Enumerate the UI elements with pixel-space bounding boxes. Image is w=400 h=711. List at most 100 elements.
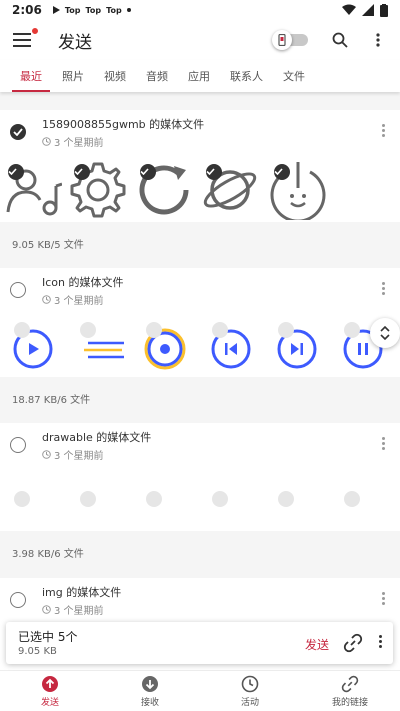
unfold-icon <box>380 326 390 340</box>
thumbnail-checkbox[interactable] <box>14 322 30 338</box>
thumbnail-checkbox[interactable] <box>212 322 228 338</box>
nav-receive[interactable]: 接收 <box>100 671 200 711</box>
group-more-button[interactable] <box>382 592 386 606</box>
thumbnail-checkbox[interactable] <box>344 322 360 338</box>
thumbnail[interactable] <box>134 156 194 222</box>
thumbnail-checkbox-checked[interactable] <box>274 164 290 180</box>
link-icon <box>341 675 359 692</box>
thumbnail-checkbox-checked[interactable] <box>8 164 24 180</box>
group-time: 3 个星期前 <box>42 134 104 149</box>
tab-audio[interactable]: 音频 <box>136 60 178 92</box>
thumbnail-checkbox-checked[interactable] <box>140 164 156 180</box>
clock-icon <box>241 675 259 692</box>
menu-icon-line <box>13 45 31 47</box>
toggle-track <box>272 30 308 50</box>
nav-activity[interactable]: 活动 <box>200 671 300 711</box>
group-header[interactable]: img 的媒体文件 3 个星期前 <box>0 578 400 624</box>
thumbnail[interactable] <box>2 156 62 222</box>
thumbnail-grid <box>0 469 400 535</box>
clock-icon <box>42 450 51 459</box>
notification-label: Top <box>85 5 102 15</box>
group-size-info: 9.05 KB/5 文件 <box>0 222 400 264</box>
thumbnail-checkbox-checked[interactable] <box>74 164 90 180</box>
group-time: 3 个星期前 <box>42 292 104 307</box>
thumbnail[interactable] <box>272 314 332 380</box>
search-button[interactable] <box>328 28 352 52</box>
thumbnail[interactable] <box>206 314 266 380</box>
thumbnail-checkbox[interactable] <box>278 322 294 338</box>
signal-icon <box>362 4 374 16</box>
group-checkbox[interactable] <box>10 592 26 608</box>
group-more-button[interactable] <box>382 282 386 296</box>
nav-send[interactable]: 发送 <box>0 671 100 711</box>
thumbnail-checkbox-checked[interactable] <box>206 164 222 180</box>
group-time-text: 3 个星期前 <box>54 606 104 617</box>
group-checkbox-checked[interactable] <box>10 124 26 140</box>
group-header[interactable]: 1589008855gwmb 的媒体文件 3 个星期前 <box>0 110 400 156</box>
overflow-menu-button[interactable] <box>366 28 390 52</box>
send-button[interactable]: 发送 <box>305 636 329 653</box>
thumbnail[interactable] <box>8 314 68 380</box>
group-name: 1589008855gwmb 的媒体文件 <box>42 118 205 131</box>
share-link-button[interactable] <box>343 633 363 657</box>
tab-files[interactable]: 文件 <box>273 60 315 92</box>
group-header[interactable]: drawable 的媒体文件 3 个星期前 <box>0 423 400 469</box>
group-checkbox[interactable] <box>10 282 26 298</box>
thumbnail-checkbox[interactable] <box>344 491 360 507</box>
fast-scroll-button[interactable] <box>370 318 400 348</box>
thumbnail-checkbox[interactable] <box>80 322 96 338</box>
media-group: Icon 的媒体文件 3 个星期前 <box>0 268 400 380</box>
tab-contacts[interactable]: 联系人 <box>220 60 273 92</box>
phone-mode-toggle[interactable] <box>272 30 308 50</box>
clock-icon <box>42 137 51 146</box>
battery-icon <box>380 3 388 17</box>
thumbnail-checkbox[interactable] <box>80 491 96 507</box>
thumbnail[interactable] <box>74 314 134 380</box>
more-vert-icon <box>376 33 380 47</box>
nav-my-links[interactable]: 我的链接 <box>300 671 400 711</box>
selected-count: 已选中 5个 <box>18 630 78 644</box>
notification-label: Top <box>106 5 122 15</box>
thumbnail-checkbox[interactable] <box>14 491 30 507</box>
tab-apps[interactable]: 应用 <box>178 60 220 92</box>
thumbnail[interactable] <box>200 156 260 222</box>
selection-more-button[interactable] <box>379 635 382 650</box>
search-icon <box>332 32 348 48</box>
group-header[interactable]: Icon 的媒体文件 3 个星期前 <box>0 268 400 314</box>
group-size-info: 18.87 KB/6 文件 <box>0 377 400 419</box>
group-time: 3 个星期前 <box>42 602 104 617</box>
thumbnail-checkbox[interactable] <box>146 491 162 507</box>
clock-icon <box>42 295 51 304</box>
notification-label: Top <box>64 5 81 15</box>
clock-icon <box>42 605 51 614</box>
thumbnail-grid <box>0 156 400 222</box>
group-time-text: 3 个星期前 <box>54 451 104 462</box>
thumbnail-checkbox[interactable] <box>146 322 162 338</box>
menu-button[interactable] <box>13 27 39 48</box>
dot-icon <box>126 8 131 12</box>
group-name: drawable 的媒体文件 <box>42 431 152 444</box>
group-name: img 的媒体文件 <box>42 586 122 599</box>
tab-recent[interactable]: 最近 <box>10 60 52 92</box>
menu-icon-line <box>13 33 31 35</box>
group-more-button[interactable] <box>382 124 386 138</box>
selected-size: 9.05 KB <box>18 646 57 657</box>
thumbnail[interactable] <box>268 156 328 222</box>
wifi-icon <box>342 4 356 15</box>
thumbnail[interactable] <box>68 156 128 222</box>
nav-label: 发送 <box>40 697 59 708</box>
group-time-text: 3 个星期前 <box>54 296 104 307</box>
thumbnail-checkbox[interactable] <box>212 491 228 507</box>
thumbnail-checkbox[interactable] <box>278 491 294 507</box>
nav-label: 我的链接 <box>331 697 368 708</box>
recent-list[interactable]: 1589008855gwmb 的媒体文件 3 个星期前 9.05 KB/5 文件… <box>0 92 400 670</box>
status-right <box>342 3 388 17</box>
download-circle-icon <box>142 675 158 692</box>
status-bar: 2:06 Top Top Top <box>0 0 400 20</box>
thumbnail[interactable] <box>140 314 200 380</box>
group-checkbox[interactable] <box>10 437 26 453</box>
tab-videos[interactable]: 视频 <box>94 60 136 92</box>
tab-photos[interactable]: 照片 <box>52 60 94 92</box>
group-more-button[interactable] <box>382 437 386 451</box>
app-bar: 发送 <box>0 20 400 60</box>
